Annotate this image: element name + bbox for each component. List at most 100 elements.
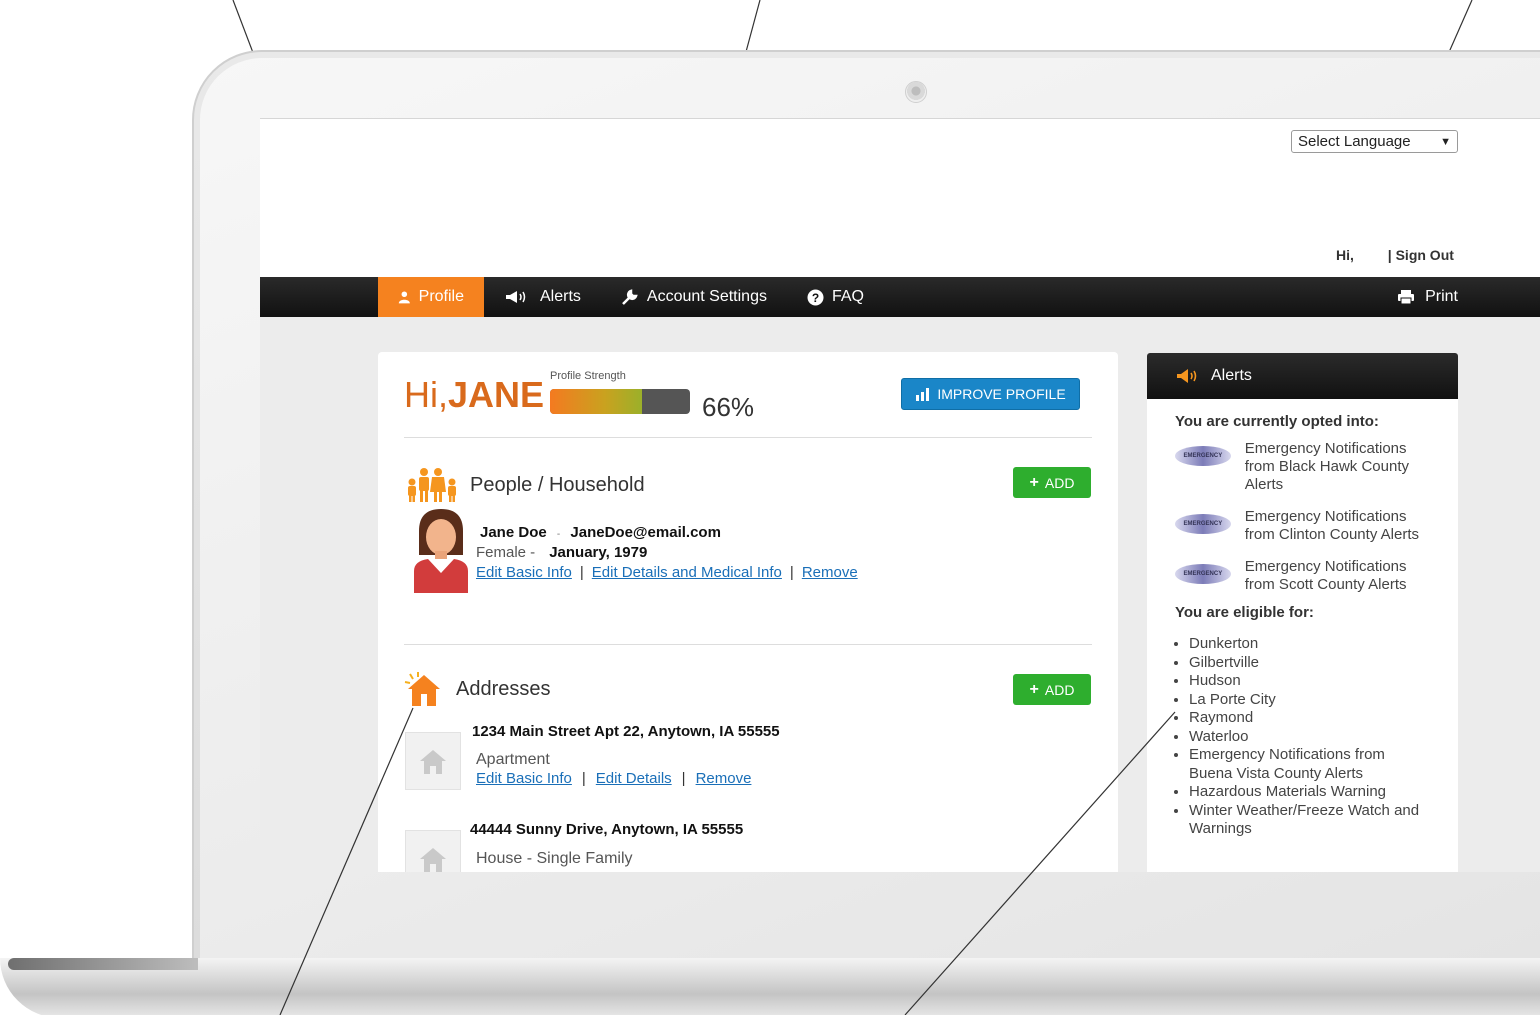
- profile-card: Hi,JANE Profile Strength 66% IMPROVE PRO…: [378, 352, 1118, 872]
- alerts-panel-title: Alerts: [1211, 367, 1252, 384]
- laptop-base: [0, 958, 1540, 1015]
- family-icon: [408, 468, 456, 502]
- list-item[interactable]: Hazardous Materials Warning: [1189, 783, 1432, 802]
- subscription-item: EMERGENCY Emergency Notifications from S…: [1175, 558, 1432, 594]
- printer-icon: [1398, 290, 1415, 304]
- people-section-title: People / Household: [404, 468, 645, 502]
- avatar: [414, 509, 468, 593]
- person-separator: -: [556, 529, 561, 540]
- site-header: Select Language ▼ Hi, | Sign Out: [260, 119, 1540, 277]
- emergency-management-logo: EMERGENCY: [1175, 514, 1231, 534]
- people-title-text: People / Household: [470, 473, 645, 496]
- bar-chart-icon: [916, 388, 930, 401]
- address-edit-details-link[interactable]: Edit Details: [596, 770, 672, 787]
- alerts-panel-body: You are currently opted into: EMERGENCY …: [1147, 399, 1458, 839]
- list-item[interactable]: La Porte City: [1189, 691, 1432, 710]
- print-button[interactable]: Print: [1397, 277, 1458, 317]
- print-label: Print: [1425, 288, 1458, 305]
- person-details: Female - January, 1979: [476, 544, 647, 561]
- profile-first-name: JANE: [448, 374, 545, 415]
- emergency-management-logo: EMERGENCY: [1175, 564, 1231, 584]
- plus-icon: +: [1029, 680, 1039, 698]
- language-select-label: Select Language: [1298, 133, 1411, 150]
- user-greeting: Hi, | Sign Out: [1336, 247, 1454, 263]
- chevron-down-icon: ▼: [1440, 135, 1451, 148]
- svg-text:?: ?: [812, 291, 819, 305]
- tab-profile[interactable]: Profile: [378, 277, 484, 317]
- person-name: Jane Doe: [480, 524, 547, 541]
- address-1-title: 1234 Main Street Apt 22, Anytown, IA 555…: [472, 723, 780, 740]
- address-remove-link[interactable]: Remove: [696, 770, 752, 787]
- laptop-base-edge: [8, 958, 198, 970]
- main-nav: Profile Alerts Account Settings ? FAQ Pr…: [260, 277, 1540, 317]
- profile-strength-percent: 66%: [702, 392, 755, 422]
- tab-faq[interactable]: ? FAQ: [787, 277, 884, 317]
- subscription-text: Emergency Notifications from Scott Count…: [1244, 558, 1407, 593]
- person-email: JaneDoe@email.com: [570, 524, 721, 541]
- megaphone-icon: [506, 291, 526, 303]
- tab-alerts-label: Alerts: [540, 288, 581, 305]
- address-1-type: Apartment: [476, 751, 550, 768]
- addresses-title-text: Addresses: [456, 677, 551, 700]
- edit-basic-info-link[interactable]: Edit Basic Info: [476, 564, 572, 581]
- person-name-email: Jane Doe - JaneDoe@email.com: [480, 524, 721, 541]
- improve-profile-button[interactable]: IMPROVE PROFILE: [901, 378, 1080, 410]
- address-2-title: 44444 Sunny Drive, Anytown, IA 55555: [470, 821, 744, 838]
- list-item[interactable]: Gilbertville: [1189, 654, 1432, 673]
- improve-profile-label: IMPROVE PROFILE: [937, 386, 1066, 402]
- plus-icon: +: [1029, 473, 1039, 491]
- profile-strength-fill: [550, 389, 643, 414]
- list-item[interactable]: Emergency Notifications from Buena Vista…: [1189, 746, 1432, 783]
- profile-strength-label: Profile Strength: [550, 370, 626, 382]
- person-icon: [398, 291, 410, 304]
- marketing-screenshot: Select Language ▼ Hi, | Sign Out Profile…: [0, 0, 1540, 1015]
- sign-out-link[interactable]: | Sign Out: [1388, 247, 1454, 263]
- list-item[interactable]: Waterloo: [1189, 728, 1432, 747]
- add-address-button[interactable]: + ADD: [1013, 674, 1091, 705]
- tab-account-settings-label: Account Settings: [646, 288, 767, 305]
- person-links: Edit Basic Info | Edit Details and Medical…: [476, 564, 858, 581]
- alerts-panel: Alerts You are currently opted into: EME…: [1147, 353, 1458, 872]
- emergency-management-logo: EMERGENCY: [1175, 446, 1231, 466]
- list-item[interactable]: Winter Weather/Freeze Watch and Warnings: [1189, 802, 1432, 839]
- add-person-label: ADD: [1044, 474, 1075, 491]
- list-item[interactable]: Hudson: [1189, 672, 1432, 691]
- address-2-type: House - Single Family: [476, 850, 633, 867]
- question-icon: ?: [807, 289, 824, 305]
- profile-strength-bar: [550, 389, 690, 414]
- address-edit-basic-link[interactable]: Edit Basic Info: [476, 770, 572, 787]
- divider: [404, 644, 1092, 645]
- eligible-list: Dunkerton Gilbertville Hudson La Porte C…: [1189, 635, 1432, 839]
- subscription-item: EMERGENCY Emergency Notifications from B…: [1175, 440, 1432, 494]
- home-icon: [405, 732, 461, 790]
- person-birth: January, 1979: [549, 544, 648, 561]
- list-item[interactable]: Dunkerton: [1189, 635, 1432, 654]
- sunny-house-icon: [404, 672, 440, 706]
- tab-account-settings[interactable]: Account Settings: [601, 277, 787, 317]
- opted-in-heading: You are currently opted into:: [1175, 413, 1379, 430]
- tab-profile-label: Profile: [418, 288, 464, 305]
- list-item[interactable]: Raymond: [1189, 709, 1432, 728]
- megaphone-icon: [1177, 369, 1197, 383]
- greeting-text: Hi,: [1336, 247, 1354, 263]
- alerts-panel-header: Alerts: [1147, 353, 1458, 399]
- tab-faq-label: FAQ: [831, 288, 864, 305]
- addresses-section-title: Addresses: [404, 672, 551, 706]
- eligible-heading: You are eligible for:: [1175, 604, 1314, 621]
- profile-greeting: Hi,JANE: [404, 374, 544, 416]
- edit-details-medical-link[interactable]: Edit Details and Medical Info: [592, 564, 782, 581]
- wrench-icon: [622, 289, 638, 305]
- add-person-button[interactable]: + ADD: [1013, 467, 1091, 498]
- webcam-icon: [905, 81, 927, 103]
- app-screen: Select Language ▼ Hi, | Sign Out Profile…: [260, 118, 1540, 872]
- subscription-text: Emergency Notifications from Clinton Cou…: [1244, 508, 1420, 543]
- person-gender: Female -: [476, 544, 536, 561]
- tab-alerts[interactable]: Alerts: [484, 277, 601, 317]
- language-select[interactable]: Select Language ▼: [1291, 130, 1458, 153]
- address-1-links: Edit Basic Info | Edit Details | Remove: [476, 770, 752, 787]
- remove-person-link[interactable]: Remove: [802, 564, 858, 581]
- add-address-label: ADD: [1044, 681, 1075, 698]
- profile-hi: Hi,: [404, 374, 448, 415]
- home-icon: [405, 830, 461, 872]
- subscription-text: Emergency Notifications from Black Hawk …: [1244, 440, 1409, 493]
